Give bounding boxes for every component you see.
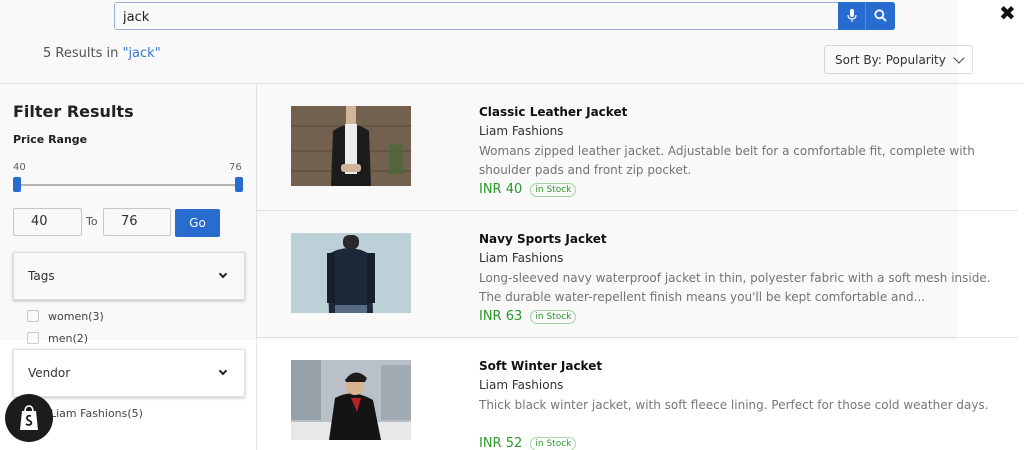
filter-title: Filter Results (13, 102, 134, 121)
product-image[interactable] (291, 233, 411, 313)
search-results-page: ✖ 5 Results in "jack" Sort By: Popularit… (0, 0, 1024, 450)
search-bar (114, 2, 895, 30)
tag-option-women[interactable]: women(3) (27, 310, 104, 323)
product-price: INR 63 (479, 309, 523, 324)
product-description: Thick black winter jacket, with soft fle… (479, 398, 989, 412)
max-price-input[interactable]: 76 (103, 208, 171, 236)
go-button[interactable]: Go (175, 209, 220, 237)
results-query: "jack" (122, 46, 161, 61)
product-result[interactable]: Navy Sports Jacket Liam Fashions Long-sl… (257, 211, 1018, 338)
product-title[interactable]: Navy Sports Jacket (479, 232, 607, 246)
vendor-option[interactable]: Liam Fashions(5) (50, 407, 143, 420)
product-price-row: INR 52 in Stock (479, 436, 577, 450)
close-icon[interactable]: ✖ (999, 3, 1016, 23)
stock-badge: in Stock (530, 183, 577, 197)
voice-search-button[interactable] (838, 2, 866, 30)
search-header: ✖ 5 Results in "jack" Sort By: Popularit… (0, 0, 1024, 84)
stock-badge: in Stock (530, 310, 577, 324)
sort-dropdown[interactable]: Sort By: Popularity (824, 45, 973, 74)
shopify-badge-icon[interactable] (5, 394, 53, 442)
search-icon (874, 7, 887, 26)
tag-option-label: women(3) (48, 310, 104, 323)
product-price: INR 40 (479, 182, 523, 197)
product-result[interactable]: Soft Winter Jacket Liam Fashions Thick b… (257, 338, 1018, 450)
product-image[interactable] (291, 106, 411, 186)
min-price-input[interactable]: 40 (13, 208, 82, 236)
tag-option-men[interactable]: men(2) (27, 332, 88, 345)
results-count: 5 Results in "jack" (43, 46, 161, 61)
product-price-row: INR 40 in Stock (479, 182, 577, 197)
range-max-label: 76 (229, 162, 242, 173)
product-vendor: Liam Fashions (479, 378, 564, 392)
tags-label: Tags (28, 269, 55, 283)
stock-badge: in Stock (530, 437, 577, 450)
chevron-down-icon (218, 269, 228, 279)
product-title[interactable]: Soft Winter Jacket (479, 359, 602, 373)
tags-accordion[interactable]: Tags (13, 252, 245, 300)
product-description: Long-sleeved navy waterproof jacket in t… (479, 271, 991, 304)
product-vendor: Liam Fashions (479, 124, 564, 138)
product-result[interactable]: Classic Leather Jacket Liam Fashions Wom… (257, 84, 1018, 211)
product-description: Womans zipped leather jacket. Adjustable… (479, 144, 975, 177)
product-title[interactable]: Classic Leather Jacket (479, 105, 627, 119)
product-vendor: Liam Fashions (479, 251, 564, 265)
product-price: INR 52 (479, 436, 523, 450)
checkbox[interactable] (27, 310, 39, 322)
product-price-row: INR 63 in Stock (479, 309, 577, 324)
chevron-down-icon (953, 52, 965, 64)
search-button[interactable] (866, 2, 895, 30)
product-image[interactable] (291, 360, 411, 440)
vendor-accordion[interactable]: Vendor (13, 349, 245, 397)
price-slider-min-handle[interactable] (13, 177, 21, 192)
range-min-label: 40 (13, 162, 26, 173)
tag-option-label: men(2) (48, 332, 89, 345)
to-label: To (86, 215, 98, 228)
search-input[interactable] (123, 7, 823, 27)
chevron-down-icon (218, 366, 228, 376)
price-slider-max-handle[interactable] (235, 177, 243, 192)
checkbox[interactable] (27, 332, 39, 344)
microphone-icon (846, 7, 857, 26)
price-range-label: Price Range (13, 133, 88, 146)
sort-label: Sort By: Popularity (835, 53, 946, 67)
price-slider-track[interactable] (17, 184, 239, 186)
vendor-label: Vendor (28, 366, 71, 380)
results-count-text: 5 Results in (43, 46, 119, 61)
